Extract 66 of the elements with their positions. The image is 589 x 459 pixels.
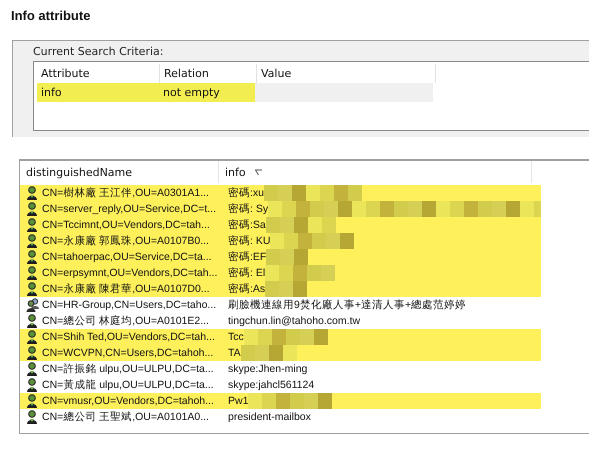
user-group-icon	[26, 298, 40, 312]
result-row[interactable]: CN=Shih Ted,OU=Vendors,DC=tah... Tcc	[20, 329, 541, 345]
result-row[interactable]: CN=vmusr,OU=Vendors,DC=tahoh... Pw1	[20, 393, 541, 409]
result-row[interactable]: CN=Tccimnt,OU=Vendors,DC=tah... 密碼:Sa	[20, 217, 541, 233]
result-row[interactable]: CN=tahoerpac,OU=Service,DC=ta... 密碼:EF	[20, 249, 541, 265]
result-row[interactable]: CN=總公司 林庭均,OU=A0101E2... tingchun.lin@tahoho.com.tw	[20, 313, 541, 329]
table-cell-text: CN=vmusr,OU=Vendors,DC=tahoh...	[42, 395, 215, 407]
table-cell-text: CN=WCVPN,CN=Users,DC=tahoh...	[42, 347, 214, 359]
result-row[interactable]: CN=server_reply,OU=Service,DC=t... 密碼: Sy	[20, 201, 541, 217]
page-heading: Info attribute	[10, 7, 92, 25]
table-cell-text: CN=Tccimnt,OU=Vendors,DC=tah...	[42, 219, 211, 231]
user-icon	[26, 282, 40, 296]
table-cell-text: CN=tahoerpac,OU=Service,DC=ta...	[42, 251, 213, 263]
user-icon	[26, 314, 40, 328]
table-cell: 密碼:As	[228, 282, 266, 296]
result-row[interactable]: CN=黃成龍 ulpu,OU=ULPU,DC=ta... skype:jahcl561124	[20, 377, 541, 393]
table-cell: 密碼: Sy	[228, 202, 268, 216]
table-cell: president-mailbox	[228, 411, 311, 423]
table-cell-text: CN=server_reply,OU=Service,DC=t...	[42, 203, 217, 215]
user-icon	[26, 378, 40, 392]
result-row[interactable]: CN=HR-Group,CN=Users,DC=taho... 刷臉機連線用9焚化廠人事+達清人事+總處范婷婷	[20, 297, 541, 313]
table-cell-text: CN=樹林廠 王江伴,OU=A0301A1...	[42, 186, 210, 200]
user-icon	[26, 394, 40, 408]
result-row[interactable]: CN=erpsymnt,OU=Vendors,DC=tah... 密碼: El	[20, 265, 541, 281]
table-cell: TA	[228, 347, 241, 359]
table-cell: 刷臉機連線用9焚化廠人事+達清人事+總處范婷婷	[228, 298, 466, 312]
table-cell: 密碼:Sa	[228, 218, 266, 232]
user-icon	[26, 362, 40, 376]
table-cell-text: CN=總公司 林庭均,OU=A0101E2...	[42, 314, 210, 328]
table-cell: skype:jahcl561124	[228, 379, 314, 391]
user-icon	[26, 186, 40, 200]
table-cell-text: CN=Shih Ted,OU=Vendors,DC=tah...	[42, 331, 216, 343]
table-cell-text: CN=總公司 王聖斌,OU=A0101A0...	[42, 410, 210, 424]
table-cell: info	[37, 83, 159, 102]
result-row[interactable]: CN=許振銘 ulpu,OU=ULPU,DC=ta... skype:Jhen-ming	[20, 361, 541, 377]
table-cell-text: CN=永康廠 郭鳳珠,OU=A0107B0...	[42, 234, 210, 248]
result-row[interactable]: CN=WCVPN,CN=Users,DC=tahoh... TA	[20, 345, 541, 361]
table-cell-text: CN=HR-Group,CN=Users,DC=taho...	[42, 299, 218, 311]
result-row[interactable]: CN=永康廠 陳君華,OU=A0107D0... 密碼:As	[20, 281, 541, 297]
table-cell: not empty	[159, 83, 255, 102]
user-icon	[26, 218, 40, 232]
user-icon	[26, 346, 40, 360]
result-row[interactable]: CN=永康廠 郭鳳珠,OU=A0107B0... 密碼: KU	[20, 233, 541, 249]
table-cell-text: CN=許振銘 ulpu,OU=ULPU,DC=ta...	[42, 362, 215, 376]
user-icon	[26, 202, 40, 216]
table-cell-text: CN=永康廠 陳君華,OU=A0107D0...	[42, 282, 211, 296]
result-row[interactable]: CN=樹林廠 王江伴,OU=A0301A1... 密碼:xu	[20, 185, 541, 201]
table-cell: tingchun.lin@tahoho.com.tw	[228, 315, 360, 327]
user-icon	[26, 410, 40, 424]
criteria-label: Current Search Criteria:	[33, 45, 164, 58]
table-cell: 密碼:EF	[228, 250, 266, 264]
table-cell: 密碼: El	[228, 266, 266, 280]
table-cell: Tcc	[228, 331, 244, 343]
user-icon	[26, 330, 40, 344]
table-cell: 密碼:xu	[228, 186, 264, 200]
result-row[interactable]: CN=總公司 王聖斌,OU=A0101A0... president-mailbox	[20, 409, 541, 425]
user-icon	[26, 266, 40, 280]
column-header[interactable]: info	[219, 161, 532, 183]
table-cell-text: CN=黃成龍 ulpu,OU=ULPU,DC=ta...	[42, 378, 215, 392]
user-icon	[26, 234, 40, 248]
table-cell: skype:Jhen-ming	[228, 363, 308, 375]
table-cell: Pw1	[228, 395, 248, 407]
table-cell: 密碼: KU	[228, 234, 270, 248]
user-icon	[26, 250, 40, 264]
table-cell-text: CN=erpsymnt,OU=Vendors,DC=tah...	[42, 267, 218, 279]
column-header[interactable]: distinguishedName	[20, 161, 219, 183]
